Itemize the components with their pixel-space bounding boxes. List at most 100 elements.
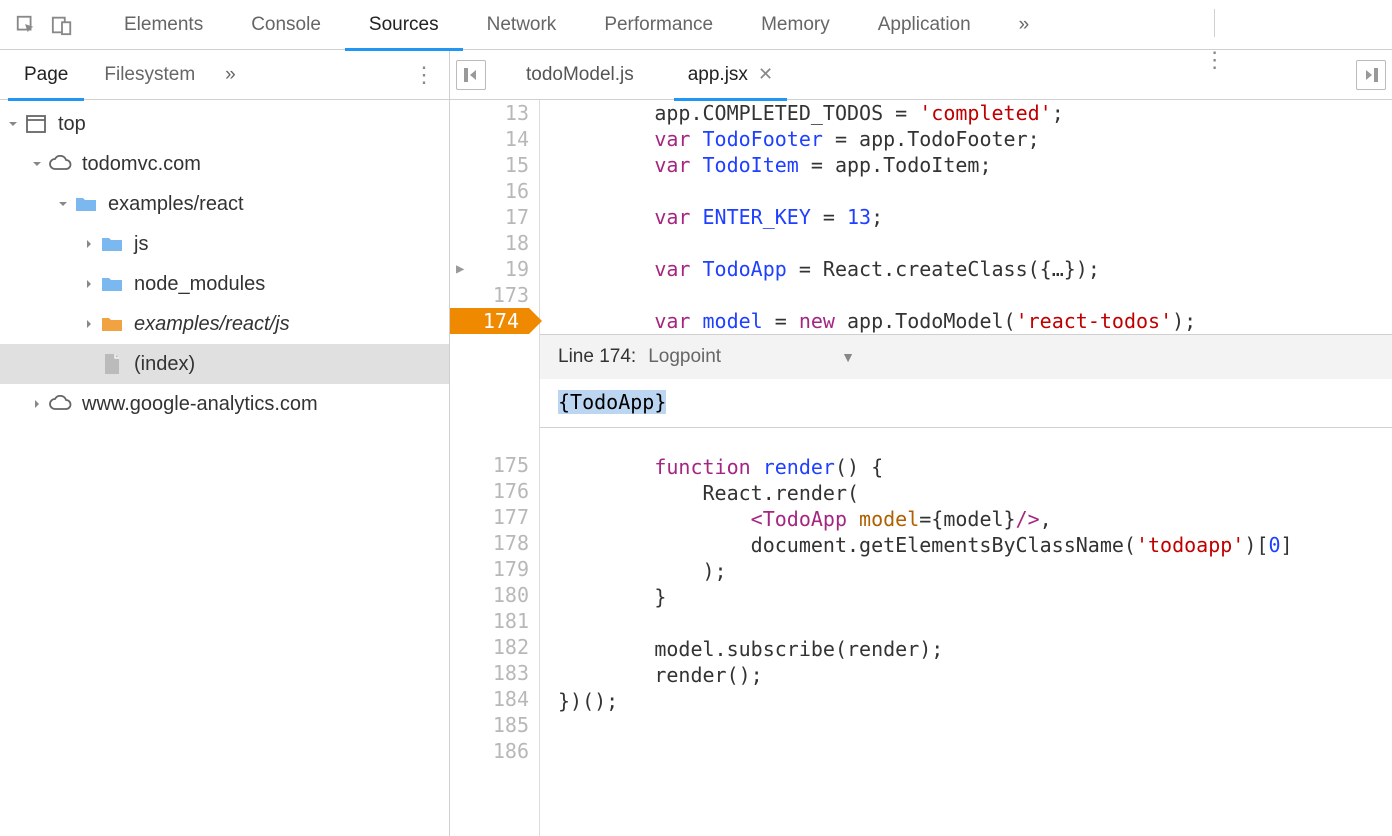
file-tab-label: app.jsx <box>688 64 748 86</box>
line-number[interactable]: 181 <box>450 608 529 634</box>
tree-label: examples/react/js <box>134 313 290 336</box>
tree-label: examples/react <box>108 193 244 216</box>
tree-label: (index) <box>134 353 195 376</box>
tab-memory[interactable]: Memory <box>737 0 854 50</box>
tree-origin[interactable]: todomvc.com <box>0 144 449 184</box>
tree-label: todomvc.com <box>82 153 201 176</box>
panel-tabs: Elements Console Sources Network Perform… <box>100 0 1053 50</box>
show-debugger-icon[interactable] <box>1356 60 1386 90</box>
code-line: render(); <box>558 662 1392 688</box>
nav-tab-filesystem[interactable]: Filesystem <box>88 50 211 100</box>
tab-console[interactable]: Console <box>227 0 345 50</box>
close-icon[interactable]: ✕ <box>758 64 773 85</box>
file-tab-todomodel[interactable]: todoModel.js <box>512 50 648 100</box>
device-toggle-icon[interactable] <box>44 7 80 43</box>
chevron-down-icon <box>30 157 44 171</box>
line-number[interactable]: 179 <box>450 556 529 582</box>
line-number[interactable]: 15 <box>450 152 529 178</box>
tree-folder[interactable]: js <box>0 224 449 264</box>
line-number[interactable]: 180 <box>450 582 529 608</box>
file-tree: top todomvc.com examples/react js node_m <box>0 100 449 836</box>
cloud-icon <box>48 152 72 176</box>
line-number[interactable]: 176 <box>450 478 529 504</box>
fold-marker-icon[interactable]: ▶ <box>456 256 464 282</box>
navigator-more-icon[interactable]: ⋮ <box>407 62 441 88</box>
code-line: document.getElementsByClassName('todoapp… <box>558 532 1392 558</box>
line-number[interactable]: 184 <box>450 686 529 712</box>
logpoint-input-row: {TodoApp} <box>540 379 1392 427</box>
line-number[interactable]: 16 <box>450 178 529 204</box>
tree-top[interactable]: top <box>0 104 449 144</box>
logpoint-line-label: Line 174: <box>558 344 636 370</box>
breakpoint-line-number[interactable]: 174 <box>450 308 529 334</box>
code-line: function render() { <box>558 454 1392 480</box>
navigator-tabs: Page Filesystem » ⋮ <box>0 50 449 100</box>
code-line: var TodoApp = React.createClass({…}); <box>558 256 1392 282</box>
navigator-pane: Page Filesystem » ⋮ top todomvc.com exam… <box>0 50 450 836</box>
code-line <box>558 428 1392 454</box>
chevron-right-icon <box>82 277 96 291</box>
file-icon <box>100 352 124 376</box>
tab-application[interactable]: Application <box>854 0 995 50</box>
line-number[interactable]: 182 <box>450 634 529 660</box>
tree-folder[interactable]: node_modules <box>0 264 449 304</box>
code-body[interactable]: app.COMPLETED_TODOS = 'completed'; var T… <box>540 100 1392 836</box>
cloud-icon <box>48 392 72 416</box>
line-number[interactable]: 17 <box>450 204 529 230</box>
line-number[interactable]: 18 <box>450 230 529 256</box>
folder-icon <box>74 192 98 216</box>
line-number[interactable]: 175 <box>450 452 529 478</box>
line-number[interactable]: 185 <box>450 712 529 738</box>
code-line: ); <box>558 558 1392 584</box>
line-number[interactable]: 186 <box>450 738 529 764</box>
tab-sources[interactable]: Sources <box>345 0 463 50</box>
tree-label: www.google-analytics.com <box>82 393 318 416</box>
folder-icon <box>100 272 124 296</box>
code-line <box>558 282 1392 308</box>
code-editor[interactable]: 13 14 15 16 17 18 ▶19 173 174 175 176 17… <box>450 100 1392 836</box>
line-number[interactable]: 173 <box>450 282 529 308</box>
devtools-toolbar: Elements Console Sources Network Perform… <box>0 0 1392 50</box>
folder-icon <box>100 232 124 256</box>
separator <box>1214 9 1215 37</box>
main-split: Page Filesystem » ⋮ top todomvc.com exam… <box>0 50 1392 836</box>
code-line: var TodoFooter = app.TodoFooter; <box>558 126 1392 152</box>
logpoint-mode-select[interactable]: Logpoint ▼ <box>648 344 855 370</box>
tree-folder[interactable]: examples/react <box>0 184 449 224</box>
tree-origin[interactable]: www.google-analytics.com <box>0 384 449 424</box>
chevron-down-icon <box>56 197 70 211</box>
code-line: React.render( <box>558 480 1392 506</box>
line-number[interactable]: 178 <box>450 530 529 556</box>
code-line <box>558 230 1392 256</box>
file-tab-label: todoModel.js <box>526 64 634 86</box>
tree-folder[interactable]: examples/react/js <box>0 304 449 344</box>
line-number[interactable]: ▶19 <box>450 256 529 282</box>
line-number[interactable]: 183 <box>450 660 529 686</box>
logpoint-expression-input[interactable]: {TodoApp} <box>558 390 666 414</box>
tab-performance[interactable]: Performance <box>580 0 737 50</box>
line-number[interactable]: 177 <box>450 504 529 530</box>
tabs-overflow[interactable]: » <box>995 0 1054 50</box>
inspect-element-icon[interactable] <box>8 7 44 43</box>
nav-tab-page[interactable]: Page <box>8 50 84 100</box>
code-line: var TodoItem = app.TodoItem; <box>558 152 1392 178</box>
tab-network[interactable]: Network <box>463 0 581 50</box>
code-line: <TodoApp model={model}/>, <box>558 506 1392 532</box>
line-number[interactable]: 13 <box>450 100 529 126</box>
line-number[interactable]: 14 <box>450 126 529 152</box>
chevron-right-icon <box>82 317 96 331</box>
window-icon <box>24 112 48 136</box>
file-tabs: todoModel.js app.jsx ✕ <box>450 50 1392 100</box>
code-line <box>558 610 1392 636</box>
nav-tabs-overflow[interactable]: » <box>215 50 246 100</box>
show-navigator-icon[interactable] <box>456 60 486 90</box>
code-line <box>558 714 1392 740</box>
tree-label: js <box>134 233 148 256</box>
chevron-down-icon: ▼ <box>841 344 855 370</box>
chevron-down-icon <box>6 117 20 131</box>
gutter[interactable]: 13 14 15 16 17 18 ▶19 173 174 175 176 17… <box>450 100 540 836</box>
tab-elements[interactable]: Elements <box>100 0 227 50</box>
tree-file[interactable]: (index) <box>0 344 449 384</box>
logpoint-mode-label: Logpoint <box>648 344 721 370</box>
file-tab-app[interactable]: app.jsx ✕ <box>674 50 787 100</box>
